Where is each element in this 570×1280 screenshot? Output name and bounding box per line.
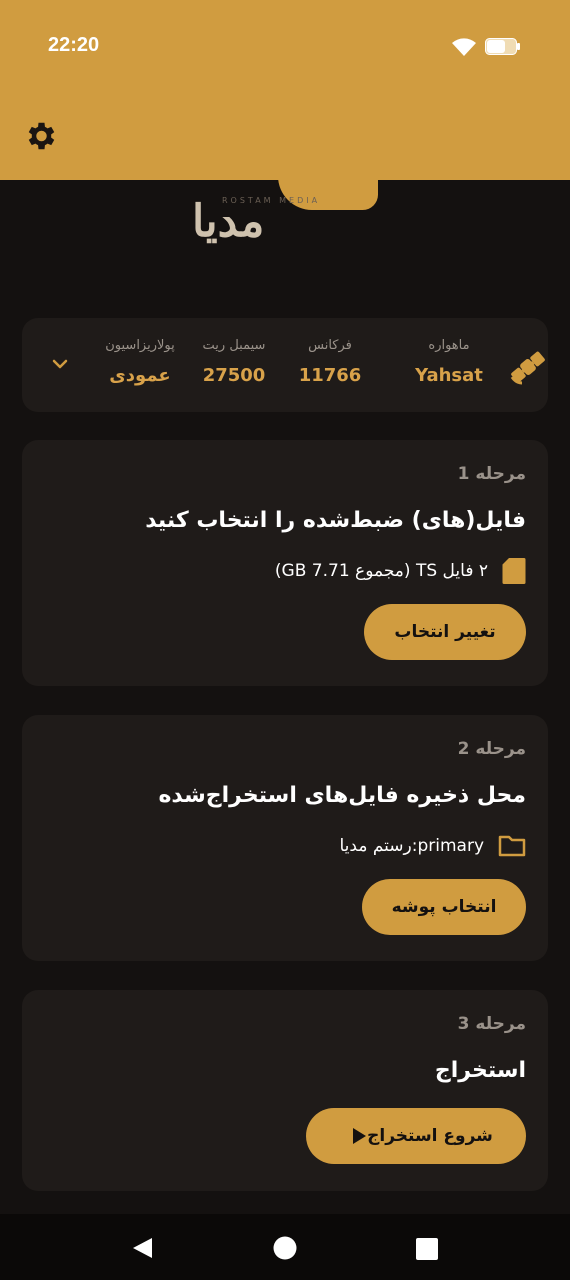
home-icon[interactable] xyxy=(273,1236,297,1260)
step-title: فایل(های) ضبط‌شده را انتخاب کنید xyxy=(145,508,526,533)
gear-icon[interactable] xyxy=(22,118,58,154)
step-card-1: مرحله 1 فایل(های) ضبط‌شده را انتخاب کنید… xyxy=(22,440,548,686)
sat-value: عمودی xyxy=(109,365,171,386)
satellite-icon xyxy=(510,351,545,385)
sat-label: پولاریزاسیون xyxy=(105,338,175,353)
choose-folder-button[interactable]: انتخاب پوشه xyxy=(362,879,526,935)
file-icon xyxy=(502,558,526,584)
sat-field-polarization: پولاریزاسیون عمودی xyxy=(85,338,195,386)
step-title: استخراج xyxy=(434,1058,526,1083)
system-nav-bar xyxy=(0,1214,570,1280)
play-icon xyxy=(353,1128,367,1144)
sat-field-satellite: ماهواره Yahsat xyxy=(394,338,504,386)
selected-files-text: ۲ فایل TS (مجموع 7.71 GB) xyxy=(274,561,488,581)
logo-text: مدیا xyxy=(192,196,265,247)
status-time: 22:20 xyxy=(48,34,100,56)
sat-field-frequency: فرکانس 11766 xyxy=(275,338,385,386)
output-folder-info: primary:رستم مدیا xyxy=(339,831,526,861)
sat-label: سیمبل ریت xyxy=(202,338,266,353)
sat-value: 27500 xyxy=(202,365,266,386)
step-label: مرحله 1 xyxy=(457,464,526,484)
battery-icon xyxy=(485,38,520,55)
output-folder-text: primary:رستم مدیا xyxy=(339,836,484,856)
step-label: مرحله 2 xyxy=(457,739,526,759)
step-label: مرحله 3 xyxy=(457,1014,526,1034)
start-extraction-label: شروع استخراج xyxy=(367,1126,493,1146)
sat-value: 11766 xyxy=(298,365,362,386)
back-icon[interactable] xyxy=(130,1236,154,1260)
logo: ROSTAM MEDIA مدیا xyxy=(180,176,380,247)
app-bar: 22:20 xyxy=(0,0,570,180)
step-title: محل ذخیره فایل‌های استخراج‌شده xyxy=(158,783,526,808)
satellite-card[interactable]: ماهواره Yahsat فرکانس 11766 سیمبل ریت 27… xyxy=(22,318,548,412)
folder-icon xyxy=(498,835,526,857)
sat-label: ماهواره xyxy=(428,338,470,353)
sat-label: فرکانس xyxy=(308,338,352,353)
sat-field-symbol-rate: سیمبل ریت 27500 xyxy=(179,338,289,386)
chevron-down-icon[interactable] xyxy=(50,354,70,374)
change-selection-button[interactable]: تغییر انتخاب xyxy=(364,604,526,660)
sat-value: Yahsat xyxy=(415,365,483,386)
step-card-3: مرحله 3 استخراج شروع استخراج xyxy=(22,990,548,1191)
selected-files-info: ۲ فایل TS (مجموع 7.71 GB) xyxy=(275,556,526,586)
step-card-2: مرحله 2 محل ذخیره فایل‌های استخراج‌شده p… xyxy=(22,715,548,961)
recents-icon[interactable] xyxy=(416,1238,438,1260)
start-extraction-button[interactable]: شروع استخراج xyxy=(306,1108,526,1164)
wifi-icon xyxy=(452,38,476,56)
